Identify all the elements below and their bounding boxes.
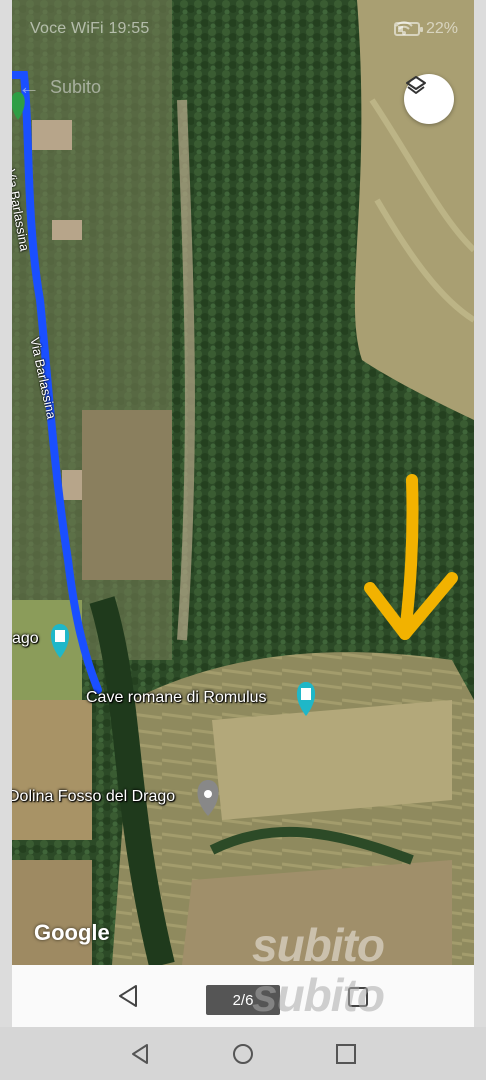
map-imagery (12, 0, 474, 965)
status-carrier-time: Voce WiFi 19:55 (30, 20, 150, 37)
status-right: 22% (393, 20, 458, 38)
battery-percent: 22% (425, 20, 458, 37)
google-attribution: Google (34, 920, 110, 945)
device-navigation-bar (0, 1027, 486, 1080)
back-button[interactable]: ← Subito (18, 74, 101, 100)
watermark-logo: subito (252, 969, 385, 1021)
satellite-map[interactable]: Voce WiFi 19:55 22% ← Subito Via Barlass… (12, 0, 474, 965)
layers-button[interactable] (404, 74, 454, 124)
inner-status-bar: Voce WiFi 19:55 22% (12, 14, 474, 48)
place-label[interactable]: ago (12, 630, 39, 648)
nav-back-icon[interactable] (128, 1042, 152, 1066)
place-label[interactable]: Dolina Fosso del Drago (12, 788, 175, 806)
watermark-logo: subito (252, 919, 385, 971)
nav-home-icon[interactable] (231, 1042, 255, 1066)
nav-recents-icon[interactable] (334, 1042, 358, 1066)
screenshot: Voce WiFi 19:55 22% ← Subito Via Barlass… (0, 0, 486, 1080)
layers-icon (406, 76, 426, 94)
battery-icon (393, 22, 423, 36)
back-triangle-icon[interactable] (116, 983, 140, 1009)
back-label: Subito (50, 76, 102, 97)
back-arrow-icon: ← (18, 74, 40, 99)
place-label[interactable]: Cave romane di Romulus (86, 689, 267, 707)
inner-gallery-bar: 2/6 (12, 965, 474, 1027)
